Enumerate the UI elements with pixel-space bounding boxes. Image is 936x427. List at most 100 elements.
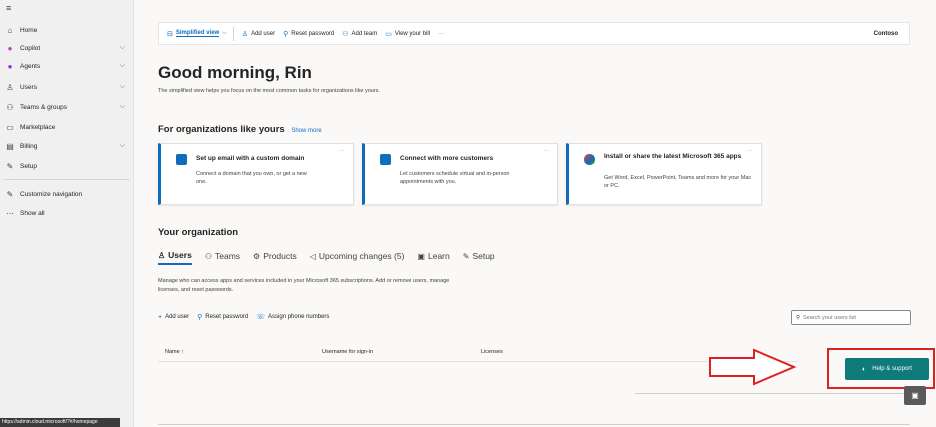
megaphone-icon: ◁: [309, 251, 316, 261]
add-user-label: Add user: [251, 30, 276, 37]
add-user-action[interactable]: + Add user: [158, 313, 189, 321]
for-orgs-section-title: For organizations like yours Show more: [158, 124, 322, 135]
page-title: Good morning, Rin: [158, 63, 312, 82]
nav-item-setup[interactable]: ✎ Setup: [0, 157, 134, 175]
microsoft-365-icon: [584, 154, 595, 165]
user-icon: ♙: [241, 30, 249, 38]
chevron-down-icon: ⌵: [119, 62, 125, 69]
phone-icon: ☏: [256, 314, 266, 321]
teams-icon: ⚇: [204, 251, 212, 261]
chevron-down-icon: ⌵: [119, 83, 125, 90]
nav-item-agents[interactable]: ● Agents ⌵: [0, 57, 134, 75]
show-more-link[interactable]: Show more: [291, 128, 321, 134]
org-tabs: ♙ Users ⚇ Teams ⚙ Products ◁ Upcoming ch…: [158, 250, 508, 265]
column-header-licenses[interactable]: Licenses: [481, 349, 503, 355]
book-icon: ▣: [417, 251, 425, 261]
key-icon: ⚲: [197, 314, 203, 321]
more-icon: ⋯: [6, 208, 14, 218]
reset-password-action[interactable]: ⚲ Reset password: [197, 313, 248, 321]
table-row-divider: [635, 393, 910, 394]
outlook-icon: [176, 154, 187, 165]
action-label: Reset password: [205, 314, 249, 320]
chevron-down-icon: ⌵: [222, 30, 227, 36]
marketplace-icon: ▭: [6, 122, 14, 132]
reset-password-button[interactable]: ⚲ Reset password: [283, 30, 334, 38]
nav-item-marketplace[interactable]: ▭ Marketplace: [0, 118, 134, 136]
card-title: Set up email with a custom domain: [196, 155, 305, 162]
column-header-username[interactable]: Username for sign-in: [322, 349, 373, 355]
search-users-input[interactable]: [803, 314, 899, 321]
card-description: Let customers schedule virtual and in-pe…: [400, 171, 510, 185]
add-user-button[interactable]: ♙ Add user: [242, 30, 275, 38]
plus-icon: +: [158, 313, 163, 321]
simplified-view-label: Simplified view: [175, 30, 220, 37]
view-bill-button[interactable]: ▭ View your bill: [385, 30, 430, 38]
card-custom-domain[interactable]: Set up email with a custom domain Connec…: [158, 143, 354, 205]
tab-label: Learn: [427, 251, 450, 261]
setup-icon: ✎: [6, 161, 14, 171]
nav-item-customize-navigation[interactable]: ✎ Customize navigation: [0, 185, 134, 203]
left-nav: ≡ ⌂ Home ● Copilot ⌵ ● Agents ⌵ ♙ Users …: [0, 0, 134, 427]
tab-upcoming-changes[interactable]: ◁ Upcoming changes (5): [310, 250, 405, 265]
action-label: Assign phone numbers: [268, 314, 330, 320]
nav-label: Billing: [20, 142, 38, 150]
tab-setup[interactable]: ✎ Setup: [463, 250, 495, 265]
card-install-apps[interactable]: Install or share the latest Microsoft 36…: [566, 143, 762, 205]
user-icon: ♙: [158, 250, 166, 260]
command-bar: ⊟ Simplified view ⌵ ♙ Add user ⚲ Reset p…: [158, 22, 910, 45]
tab-label: Upcoming changes (5): [318, 251, 405, 261]
card-more-icon[interactable]: ···: [339, 148, 345, 154]
your-org-section-title: Your organization: [158, 227, 239, 238]
search-users-box[interactable]: ⚲: [791, 310, 911, 325]
nav-label: Marketplace: [20, 123, 56, 131]
nav-item-billing[interactable]: ▤ Billing ⌵: [0, 137, 134, 155]
team-icon: ⚇: [342, 30, 349, 38]
divider: [232, 26, 234, 41]
customize-icon: ✎: [6, 189, 14, 199]
nav-label: Users: [20, 83, 37, 91]
card-more-icon[interactable]: ···: [543, 148, 549, 154]
tab-users[interactable]: ♙ Users: [158, 250, 192, 265]
nav-item-teams-groups[interactable]: ⚇ Teams & groups ⌵: [0, 98, 134, 116]
setup-icon: ✎: [462, 251, 470, 261]
nav-label: Setup: [20, 162, 37, 170]
key-icon: ⚲: [283, 30, 289, 38]
card-connect-customers[interactable]: Connect with more customers Let customer…: [362, 143, 558, 205]
add-team-button[interactable]: ⚇ Add team: [342, 30, 377, 38]
nav-item-home[interactable]: ⌂ Home: [0, 21, 134, 39]
nav-label: Customize navigation: [20, 190, 83, 198]
products-icon: ⚙: [253, 251, 261, 261]
tab-label: Products: [263, 251, 297, 261]
card-more-icon[interactable]: ···: [747, 148, 753, 154]
assign-phone-numbers-action[interactable]: ☏ Assign phone numbers: [256, 313, 329, 321]
nav-label: Agents: [20, 62, 41, 70]
annotation-arrow: [709, 348, 797, 386]
feedback-icon[interactable]: ▣: [904, 386, 926, 405]
tab-learn[interactable]: ▣ Learn: [417, 250, 449, 265]
help-support-button[interactable]: ◐ Help & support: [845, 358, 929, 380]
reset-password-label: Reset password: [291, 30, 335, 37]
column-header-name[interactable]: Name ↑: [165, 349, 184, 355]
teams-groups-icon: ⚇: [6, 102, 14, 112]
simplified-view-toggle[interactable]: ⊟ Simplified view ⌵: [167, 30, 227, 38]
user-icon: ♙: [6, 82, 14, 92]
tab-products[interactable]: ⚙ Products: [253, 250, 297, 265]
tab-teams[interactable]: ⚇ Teams: [205, 250, 240, 265]
org-name: Contoso: [873, 30, 898, 37]
layout-icon: ⊟: [167, 30, 173, 38]
more-options-icon[interactable]: ···: [438, 31, 444, 37]
bookings-icon: [380, 154, 391, 165]
action-label: Add user: [165, 314, 190, 320]
nav-item-users[interactable]: ♙ Users ⌵: [0, 78, 134, 96]
nav-divider: [4, 179, 130, 180]
nav-item-copilot[interactable]: ● Copilot ⌵: [0, 39, 134, 57]
card-description: Get Word, Excel, PowerPoint, Teams and m…: [604, 175, 752, 189]
copilot-icon: ●: [7, 43, 13, 53]
home-icon: ⌂: [7, 25, 13, 35]
help-support-label: Help & support: [872, 366, 912, 372]
hamburger-menu-icon[interactable]: ≡: [6, 3, 11, 13]
card-title: Install or share the latest Microsoft 36…: [604, 153, 742, 160]
card-description: Connect a domain that you own, or get a …: [196, 171, 307, 185]
nav-item-show-all[interactable]: ⋯ Show all: [0, 204, 134, 222]
bill-icon: ▭: [385, 30, 392, 38]
